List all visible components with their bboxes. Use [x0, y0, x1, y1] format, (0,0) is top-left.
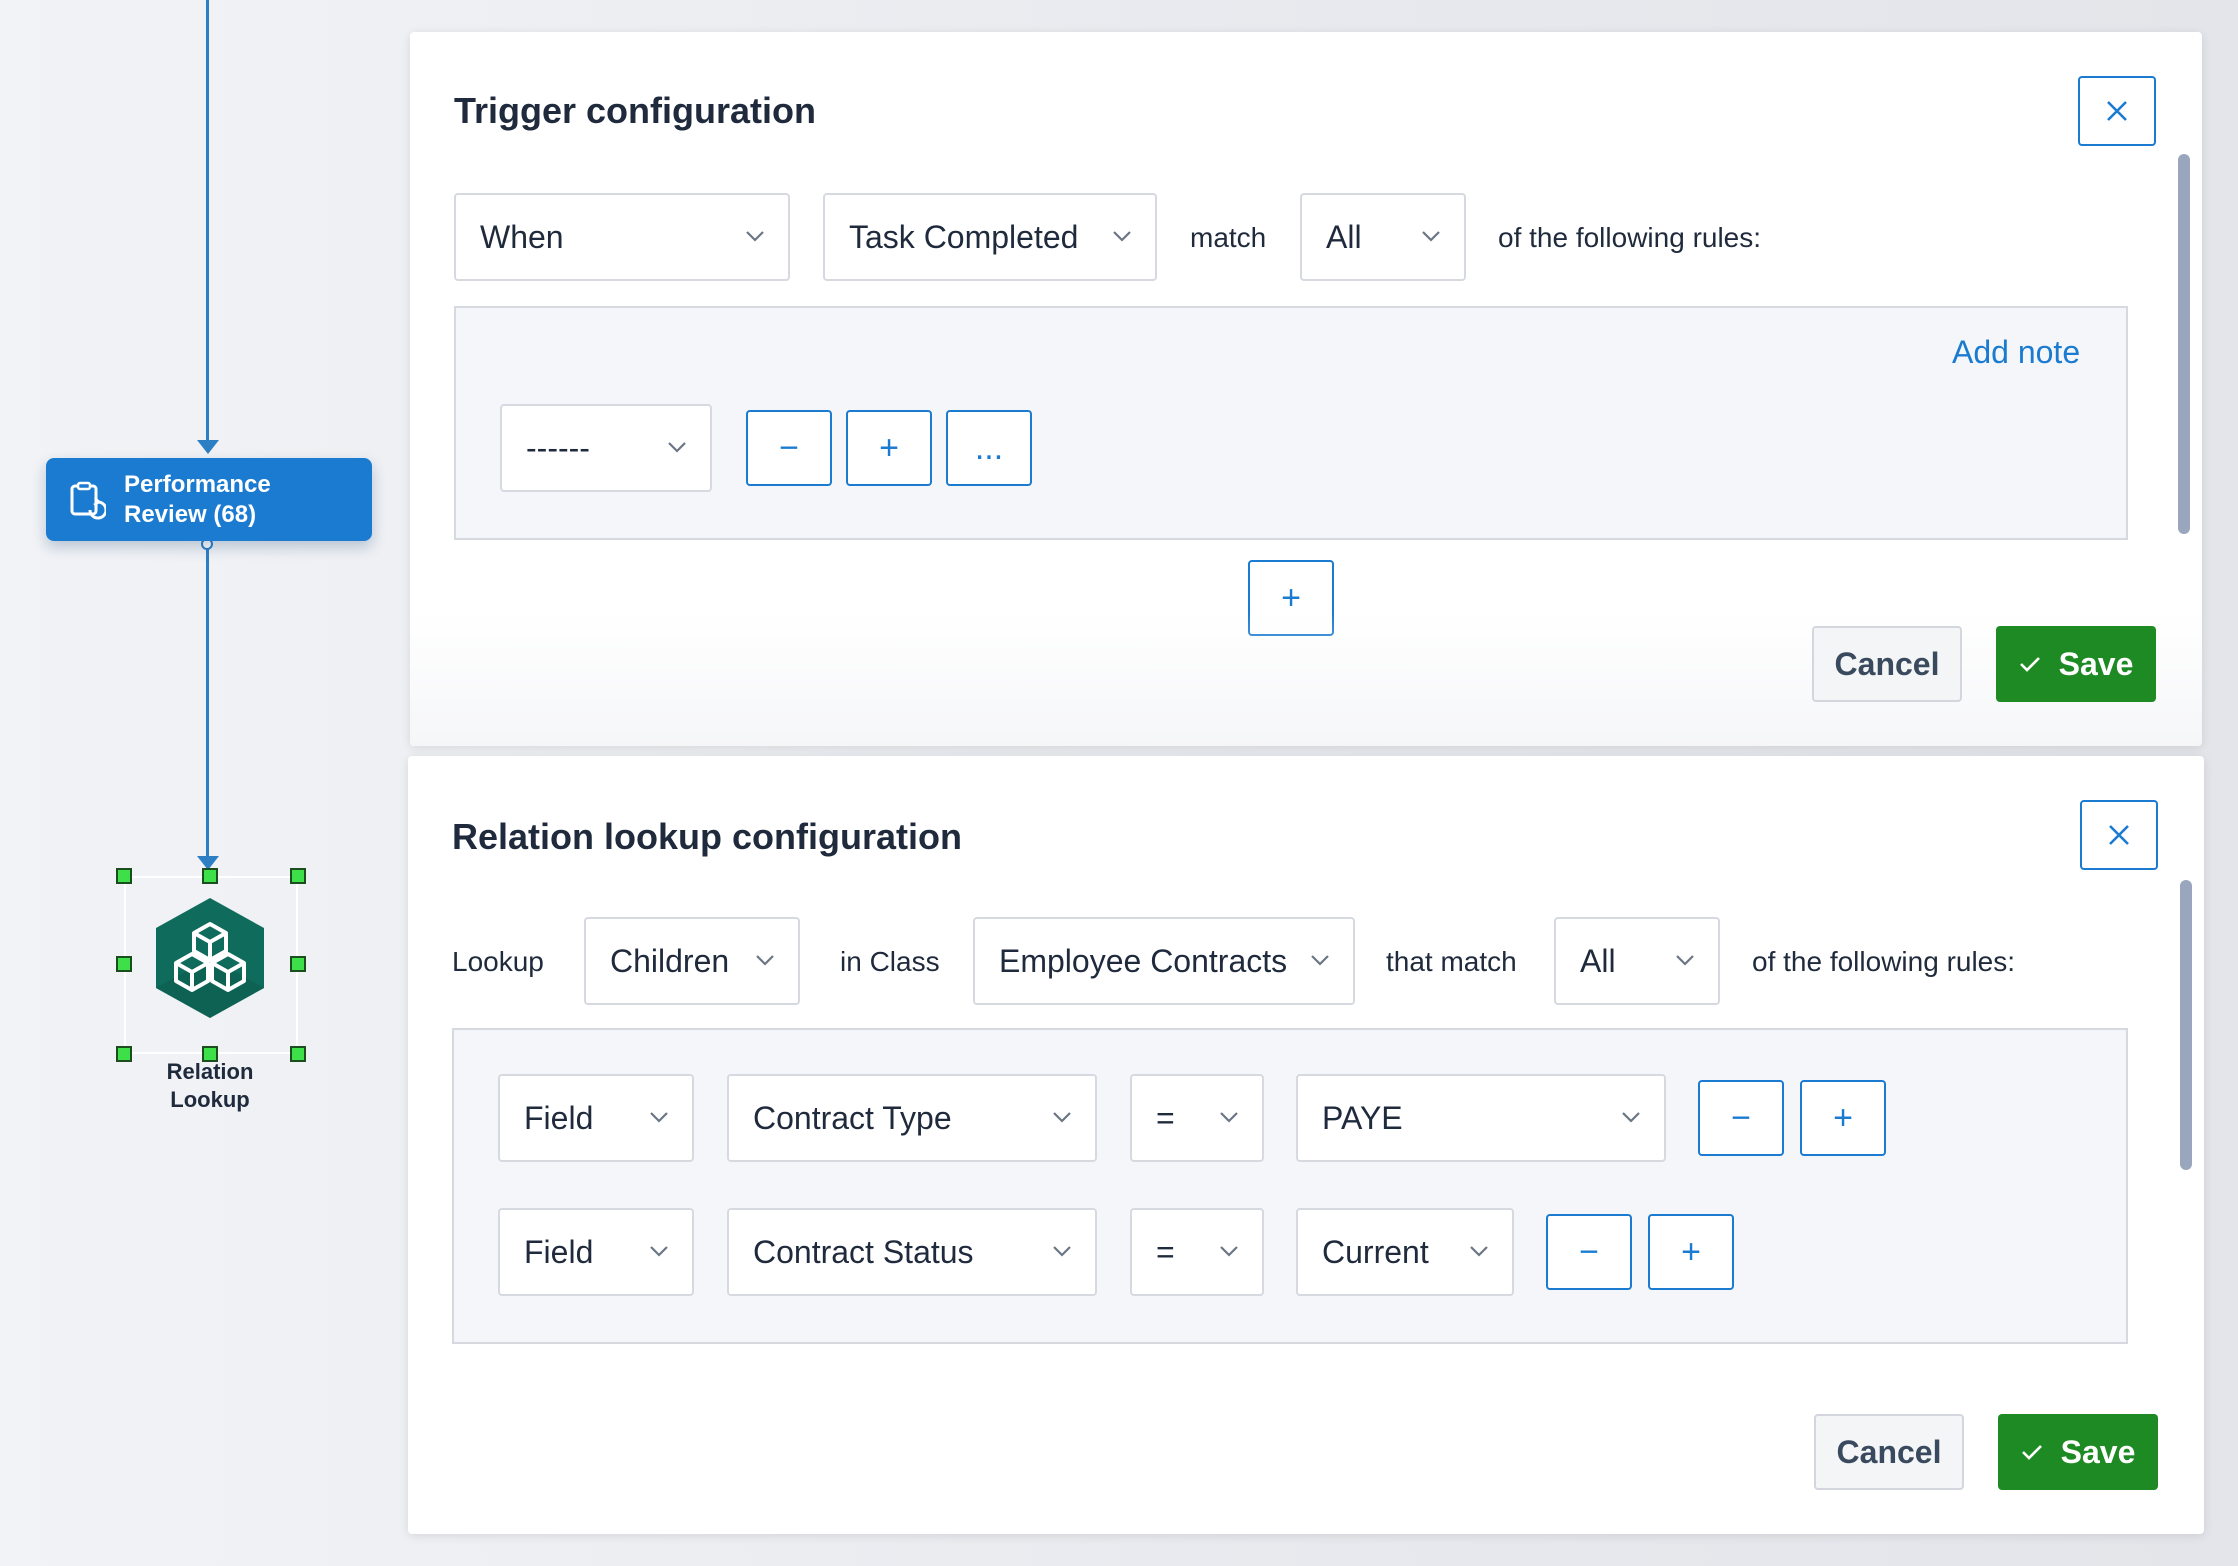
- chevron-down-icon: [1220, 1112, 1238, 1123]
- rule-1-value: PAYE: [1322, 1099, 1403, 1136]
- relation-config-panel: Relation lookup configuration Lookup Chi…: [408, 756, 2204, 1534]
- relation-save-button[interactable]: Save: [1998, 1414, 2158, 1490]
- trigger-scrollbar[interactable]: [2178, 154, 2190, 534]
- connector-top: [206, 0, 209, 442]
- in-class-text: in Class: [840, 946, 940, 977]
- trigger-add-rule-button[interactable]: +: [846, 410, 932, 486]
- resize-handle-w[interactable]: [116, 956, 132, 972]
- chevron-down-icon: [650, 1246, 668, 1257]
- chevron-down-icon: [756, 955, 774, 966]
- close-icon: [2107, 101, 2127, 121]
- chevron-down-icon: [668, 442, 686, 453]
- relation-lookup-label: Relation Lookup: [166, 1059, 254, 1112]
- relation-lookup-node[interactable]: [154, 896, 266, 1020]
- task-refresh-icon: [70, 481, 106, 519]
- hexagon-cubes-icon: [156, 898, 264, 1018]
- chevron-down-icon: [1622, 1112, 1640, 1123]
- trigger-match-value: All: [1326, 218, 1362, 255]
- relation-match-value: All: [1580, 942, 1616, 979]
- rule-2-value: Current: [1322, 1233, 1429, 1270]
- connector-middle: [206, 548, 209, 858]
- resize-handle-n[interactable]: [202, 868, 218, 884]
- trigger-match-text: match: [1190, 222, 1267, 253]
- relation-rules-text: of the following rules:: [1752, 946, 2016, 977]
- trigger-close-button[interactable]: [2078, 76, 2156, 146]
- trigger-rule-value: ------: [526, 429, 590, 466]
- arrow-head-top: [197, 440, 219, 454]
- trigger-panel-title: Trigger configuration: [454, 90, 817, 131]
- class-select[interactable]: Employee Contracts: [973, 917, 1355, 1005]
- resize-handle-nw[interactable]: [116, 868, 132, 884]
- trigger-when-select[interactable]: When: [454, 193, 790, 281]
- rule-1-field-select[interactable]: Contract Type: [727, 1074, 1097, 1162]
- add-note-link[interactable]: Add note: [1952, 334, 2080, 371]
- trigger-event-select[interactable]: Task Completed: [823, 193, 1157, 281]
- chevron-down-icon: [1220, 1246, 1238, 1257]
- rule-2-remove-button[interactable]: −: [1546, 1214, 1632, 1290]
- lookup-select[interactable]: Children: [584, 917, 800, 1005]
- rule-2-kind: Field: [524, 1233, 594, 1270]
- check-icon: [2019, 657, 2040, 672]
- chevron-down-icon: [1676, 955, 1694, 966]
- rule-1-operator-select[interactable]: =: [1130, 1074, 1264, 1162]
- relation-match-select[interactable]: All: [1554, 917, 1720, 1005]
- trigger-save-label: Save: [2058, 645, 2134, 682]
- trigger-rules-text: of the following rules:: [1498, 222, 1762, 253]
- rule-1-kind: Field: [524, 1099, 594, 1136]
- rule-1-add-button[interactable]: +: [1800, 1080, 1886, 1156]
- chevron-down-icon: [1053, 1112, 1071, 1123]
- trigger-rule-select[interactable]: ------: [500, 404, 712, 492]
- trigger-cancel-button[interactable]: Cancel: [1812, 626, 1962, 702]
- trigger-event-value: Task Completed: [849, 218, 1079, 255]
- performance-review-label: Performance Review (68): [124, 470, 271, 528]
- chevron-down-icon: [746, 231, 764, 242]
- lookup-value: Children: [610, 942, 730, 979]
- rule-1-kind-select[interactable]: Field: [498, 1074, 694, 1162]
- trigger-when-value: When: [480, 218, 564, 255]
- resize-handle-e[interactable]: [290, 956, 306, 972]
- rule-2-add-button[interactable]: +: [1648, 1214, 1734, 1290]
- trigger-save-button[interactable]: Save: [1996, 626, 2156, 702]
- check-icon: [2021, 1445, 2042, 1460]
- chevron-down-icon: [1422, 231, 1440, 242]
- relation-cancel-button[interactable]: Cancel: [1814, 1414, 1964, 1490]
- chevron-down-icon: [650, 1112, 668, 1123]
- resize-handle-se[interactable]: [290, 1046, 306, 1062]
- rule-1-remove-button[interactable]: −: [1698, 1080, 1784, 1156]
- class-value: Employee Contracts: [999, 942, 1288, 979]
- rule-1-operator: =: [1156, 1099, 1175, 1136]
- relation-save-label: Save: [2060, 1433, 2136, 1470]
- rule-1-value-select[interactable]: PAYE: [1296, 1074, 1666, 1162]
- resize-handle-ne[interactable]: [290, 868, 306, 884]
- trigger-remove-rule-button[interactable]: −: [746, 410, 832, 486]
- trigger-more-button[interactable]: ...: [946, 410, 1032, 486]
- trigger-match-select[interactable]: All: [1300, 193, 1466, 281]
- rule-1-field: Contract Type: [753, 1099, 952, 1136]
- performance-review-node[interactable]: Performance Review (68): [46, 458, 372, 541]
- chevron-down-icon: [1113, 231, 1131, 242]
- rule-2-field: Contract Status: [753, 1233, 974, 1270]
- chevron-down-icon: [1053, 1246, 1071, 1257]
- trigger-config-panel: Trigger configuration When Task Complete…: [410, 32, 2202, 746]
- relation-scrollbar[interactable]: [2180, 880, 2192, 1170]
- that-match-text: that match: [1386, 946, 1517, 977]
- rule-2-operator-select[interactable]: =: [1130, 1208, 1264, 1296]
- chevron-down-icon: [1311, 955, 1329, 966]
- rule-2-kind-select[interactable]: Field: [498, 1208, 694, 1296]
- lookup-text: Lookup: [452, 946, 544, 977]
- relation-close-button[interactable]: [2080, 800, 2158, 870]
- trigger-rules-box: Add note ------ − + ...: [454, 306, 2128, 540]
- relation-rules-box: Field Contract Type = PAYE − + Field Con…: [452, 1028, 2128, 1344]
- close-icon: [2109, 825, 2129, 845]
- relation-panel-title: Relation lookup configuration: [452, 816, 962, 857]
- rule-2-field-select[interactable]: Contract Status: [727, 1208, 1097, 1296]
- chevron-down-icon: [1470, 1246, 1488, 1257]
- rule-2-operator: =: [1156, 1233, 1175, 1270]
- rule-2-value-select[interactable]: Current: [1296, 1208, 1514, 1296]
